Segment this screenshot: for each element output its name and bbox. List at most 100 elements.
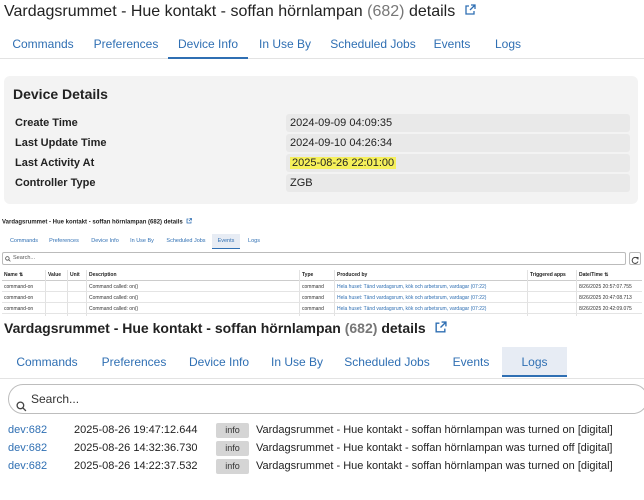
tab-preferences[interactable]: Preferences — [46, 234, 82, 249]
tab-scheduled-jobs[interactable]: Scheduled Jobs — [342, 347, 432, 377]
tab-device-info[interactable]: Device Info — [184, 347, 254, 377]
logs-panel: Vardagsrummet - Hue kontakt - soffan hör… — [0, 318, 644, 500]
tab-scheduled-jobs[interactable]: Scheduled Jobs — [164, 234, 208, 249]
device-link[interactable]: dev:682 — [8, 460, 47, 472]
tab-commands[interactable]: Commands — [8, 30, 78, 58]
tab-logs[interactable]: Logs — [502, 347, 567, 377]
column-header-name[interactable]: Name ⇅ — [4, 272, 23, 278]
log-row: dev:682 2025-08-26 14:32:36.730 info Var… — [0, 440, 644, 458]
device-link[interactable]: dev:682 — [8, 424, 47, 436]
cell-datetime: 8/26/2025 20:57:07.755 — [579, 284, 632, 290]
page-title: Vardagsrummet - Hue kontakt - soffan hör… — [2, 218, 193, 226]
header-divider — [2, 280, 642, 281]
cell-name: command-on — [4, 295, 34, 301]
tab-device-info[interactable]: Device Info — [88, 234, 122, 249]
tab-device-info[interactable]: Device Info — [168, 30, 248, 59]
tab-logs[interactable]: Logs — [490, 30, 526, 58]
search-icon — [16, 394, 27, 422]
page-title: Vardagsrummet - Hue kontakt - soffan hör… — [4, 3, 476, 21]
detail-row-last-update: Last Update Time 2024-09-10 04:26:34 — [4, 134, 638, 154]
log-row: dev:682 2025-08-26 14:22:37.532 info Var… — [0, 458, 644, 476]
detail-label: Create Time — [15, 117, 78, 129]
cell-produced-by-link[interactable]: Hela huset: Tänd vardagsrum, kök och arb… — [337, 306, 486, 312]
log-level-badge: info — [216, 441, 249, 456]
table-row[interactable]: command-on Command called: on() command … — [2, 282, 642, 292]
cell-description: Command called: on() — [89, 295, 139, 301]
cell-datetime: 8/26/2025 20:47:08.713 — [579, 295, 632, 301]
device-link[interactable]: dev:682 — [8, 442, 47, 454]
tab-commands[interactable]: Commands — [10, 347, 84, 377]
column-header-value[interactable]: Value — [48, 272, 61, 278]
column-header-type[interactable]: Type — [302, 272, 313, 278]
title-text: Vardagsrummet - Hue kontakt - soffan hör… — [2, 219, 183, 226]
title-suffix: details — [408, 3, 456, 21]
detail-label: Controller Type — [15, 177, 96, 189]
cell-description: Command called: on() — [89, 306, 139, 312]
device-details-card: Device Details Create Time 2024-09-09 04… — [4, 76, 638, 204]
log-datetime: 2025-08-26 19:47:12.644 — [74, 424, 198, 436]
log-row: dev:682 2025-08-26 19:47:12.644 info Var… — [0, 422, 644, 440]
tab-preferences[interactable]: Preferences — [96, 347, 172, 377]
external-link-icon[interactable] — [186, 218, 193, 226]
detail-value: ZGB — [286, 174, 630, 192]
tab-scheduled-jobs[interactable]: Scheduled Jobs — [328, 30, 418, 58]
cell-produced-by-link[interactable]: Hela huset: Tänd vardagsrum, kök och arb… — [337, 284, 486, 290]
card-title: Device Details — [13, 86, 108, 102]
external-link-icon[interactable] — [434, 321, 447, 337]
column-header-datetime[interactable]: Date/Time ⇅ — [579, 272, 608, 278]
detail-label: Last Activity At — [15, 157, 95, 169]
title-suffix: details — [381, 320, 426, 336]
cell-produced-by-link[interactable]: Hela huset: Tänd vardagsrum, kök och arb… — [337, 295, 486, 301]
detail-row-last-activity: Last Activity At 2025-08-26 22:01:00 — [4, 154, 638, 174]
events-panel: Vardagsrummet - Hue kontakt - soffan hör… — [0, 214, 644, 318]
refresh-button[interactable] — [629, 252, 641, 265]
detail-value: 2025-08-26 22:01:00 — [286, 154, 630, 172]
log-level-badge: info — [216, 423, 249, 438]
log-message: Vardagsrummet - Hue kontakt - soffan hör… — [256, 460, 613, 472]
table-row[interactable]: command-on Command called: on() command … — [2, 304, 642, 314]
tab-events[interactable]: Events — [428, 30, 476, 58]
tab-events[interactable]: Events — [212, 234, 240, 249]
device-info-panel: Vardagsrummet - Hue kontakt - soffan hör… — [0, 0, 644, 210]
column-header-triggered-apps[interactable]: Triggered apps — [530, 272, 566, 278]
cell-datetime: 8/26/2025 20:42:09.075 — [579, 306, 632, 312]
detail-row-create-time: Create Time 2024-09-09 04:09:35 — [4, 114, 638, 134]
detail-row-controller-type: Controller Type ZGB — [4, 174, 638, 194]
detail-label: Last Update Time — [15, 137, 107, 149]
log-message: Vardagsrummet - Hue kontakt - soffan hör… — [256, 442, 613, 454]
tab-preferences[interactable]: Preferences — [90, 30, 162, 58]
tab-in-use-by[interactable]: In Use By — [128, 234, 156, 249]
column-header-produced-by[interactable]: Produced by — [337, 272, 367, 278]
cell-description: Command called: on() — [89, 284, 139, 290]
log-level-badge: info — [216, 459, 249, 474]
tab-logs[interactable]: Logs — [244, 234, 264, 249]
cell-name: command-on — [4, 306, 34, 312]
table-row[interactable]: command-on Command called: on() command … — [2, 293, 642, 303]
device-id: (682) — [344, 320, 378, 336]
search-input[interactable]: Search... — [2, 252, 626, 265]
detail-value: 2024-09-09 04:09:35 — [286, 114, 630, 132]
cell-type: command — [302, 284, 324, 290]
log-message: Vardagsrummet - Hue kontakt - soffan hör… — [256, 424, 613, 436]
refresh-icon — [631, 256, 639, 264]
search-input[interactable]: Search... — [8, 384, 644, 414]
cell-type: command — [302, 295, 324, 301]
highlighted-value: 2025-08-26 22:01:00 — [290, 157, 397, 169]
column-header-unit[interactable]: Unit — [70, 272, 80, 278]
tab-in-use-by[interactable]: In Use By — [256, 30, 314, 58]
detail-value: 2024-09-10 04:26:34 — [286, 134, 630, 152]
device-name: Vardagsrummet - Hue kontakt - soffan hör… — [4, 3, 363, 21]
tab-events[interactable]: Events — [446, 347, 496, 377]
column-header-description[interactable]: Description — [89, 272, 117, 278]
column-label: Date/Time — [579, 272, 603, 278]
tab-commands[interactable]: Commands — [6, 234, 42, 249]
external-link-icon[interactable] — [464, 3, 476, 21]
page-title: Vardagsrummet - Hue kontakt - soffan hör… — [4, 320, 447, 337]
search-placeholder: Search... — [13, 255, 36, 261]
cell-name: command-on — [4, 284, 34, 290]
device-id: (682) — [367, 3, 405, 21]
log-datetime: 2025-08-26 14:32:36.730 — [74, 442, 198, 454]
device-name: Vardagsrummet - Hue kontakt - soffan hör… — [4, 320, 341, 336]
search-placeholder: Search... — [31, 392, 80, 406]
tab-in-use-by[interactable]: In Use By — [266, 347, 328, 377]
